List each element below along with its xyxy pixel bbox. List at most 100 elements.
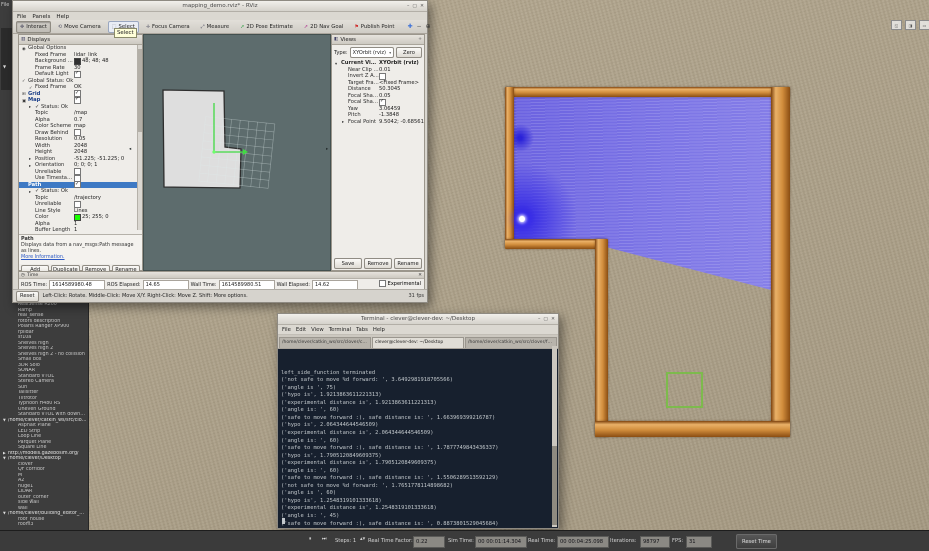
panel-menu-icon[interactable]: + — [418, 37, 422, 42]
row-checkbox[interactable] — [74, 71, 81, 78]
view-type-dropdown[interactable]: XYOrbit (rviz) ▾ — [350, 47, 394, 58]
view-property-row[interactable]: ▸ Focal Point 9.5042; -0.68561; 0 — [332, 119, 424, 126]
property-row[interactable]: Unreliable — [19, 201, 142, 208]
minimize-icon[interactable]: – — [407, 4, 409, 9]
property-value[interactable]: 25; 255; 0 — [82, 214, 109, 220]
insert-model-item[interactable]: room3 — [0, 522, 88, 528]
reset-button[interactable]: Reset — [16, 291, 39, 302]
splitter-right-icon[interactable]: ▸ — [326, 147, 328, 152]
zero-button[interactable]: Zero — [396, 47, 422, 58]
nav-goal-arrow-icon[interactable]: ➚2D Nav Goal — [300, 21, 347, 33]
views-action-button[interactable]: Save — [334, 258, 362, 269]
property-row[interactable]: Width 2048 — [19, 143, 142, 150]
gazebo-file-menu[interactable]: File — [1, 2, 9, 8]
close-icon[interactable]: ✕ — [420, 4, 424, 9]
property-row[interactable]: ▣ Map — [19, 97, 142, 104]
menu-item[interactable]: Panels — [32, 14, 50, 20]
gazebo-overlay-button-icon[interactable]: ▭ — [919, 20, 929, 30]
menu-item[interactable]: View — [311, 327, 324, 333]
property-value[interactable]: 3.06459 — [379, 106, 400, 112]
remove-tool-icon[interactable]: − — [417, 23, 422, 30]
reset-time-button[interactable]: Reset Time — [736, 534, 777, 549]
menu-item[interactable]: File — [17, 14, 26, 20]
menu-item[interactable]: Edit — [296, 327, 306, 333]
views-panel-header[interactable]: ◧ Views + — [332, 35, 424, 45]
minimize-icon[interactable]: – — [538, 317, 540, 322]
terminal-titlebar[interactable]: Terminal - clever@clever-dev: ~/Desktop … — [278, 314, 558, 325]
property-row[interactable]: ▸ Position -51.225; -51.225; 0 — [19, 156, 142, 163]
experimental-checkbox[interactable] — [379, 280, 386, 287]
close-icon[interactable]: ✕ — [551, 317, 555, 322]
move-camera-icon[interactable]: ⟲Move Camera — [54, 21, 105, 33]
view-property-row[interactable]: ▾ Current View XYOrbit (rviz) — [332, 60, 424, 67]
property-value[interactable]: -51.225; -51.225; 0 — [74, 156, 124, 162]
real-time-value[interactable]: 00 00:04:25.098 — [557, 536, 609, 548]
property-row[interactable]: Alpha 1 — [19, 221, 142, 228]
terminal-scrollbar[interactable] — [552, 346, 557, 527]
property-value[interactable]: 0.7 — [74, 117, 82, 123]
row-checkbox[interactable] — [74, 97, 81, 104]
property-value[interactable]: 9.5042; -0.68561; 0 — [379, 119, 424, 125]
terminal-line: ('hypo is', 1.7905120849609375) — [281, 453, 550, 461]
property-value[interactable]: 2048 — [74, 143, 87, 149]
iterations-value[interactable]: 98797 — [640, 536, 670, 548]
row-checkbox[interactable] — [379, 73, 386, 80]
menu-item[interactable]: File — [282, 327, 291, 333]
splitter-left-icon[interactable]: ◂ — [129, 147, 131, 152]
rviz-3d-view[interactable] — [143, 34, 331, 271]
maximize-icon[interactable]: ▢ — [543, 317, 548, 322]
property-row[interactable]: Resolution 0.05 — [19, 136, 142, 143]
property-row[interactable]: Background Color 48; 48; 48 — [19, 58, 142, 65]
property-value[interactable]: 1 — [74, 221, 77, 227]
property-row[interactable]: Draw Behind — [19, 130, 142, 137]
views-action-button[interactable]: Remove — [364, 258, 392, 269]
terminal-output[interactable]: left_side_function terminated('not safe … — [279, 346, 552, 527]
rviz-titlebar[interactable]: mapping_demo.rviz* - RViz – ▢ ✕ — [13, 1, 427, 12]
row-checkbox[interactable] — [74, 181, 81, 188]
views-action-button[interactable]: Rename — [394, 258, 422, 269]
property-value[interactable]: 2048 — [74, 149, 87, 155]
interact-hand-icon[interactable]: ✥Interact — [16, 21, 51, 33]
publish-point-icon[interactable]: ⚑Publish Point — [350, 21, 398, 33]
help-more-link[interactable]: More Information. — [21, 254, 65, 260]
row-checkbox[interactable] — [74, 129, 81, 136]
displays-scrollbar[interactable] — [137, 45, 142, 230]
property-value[interactable]: XYOrbit (rviz) — [379, 60, 419, 66]
property-row[interactable]: Alpha 0.7 — [19, 117, 142, 124]
menu-item[interactable]: Help — [56, 14, 69, 20]
property-value[interactable]: 50.3045 — [379, 86, 400, 92]
menu-item[interactable]: Tabs — [356, 327, 368, 333]
property-value[interactable]: 1 — [74, 227, 77, 233]
pause-icon[interactable]: ⏸ — [309, 536, 312, 543]
menu-item[interactable]: Terminal — [329, 327, 351, 333]
property-value[interactable]: -1.3848 — [379, 112, 399, 118]
add-tool-icon[interactable]: ✚ — [408, 23, 413, 30]
time-panel-header[interactable]: ◷ Time ✕ — [19, 272, 424, 279]
row-checkbox[interactable] — [74, 201, 81, 208]
property-row[interactable]: Color 25; 255; 0 — [19, 214, 142, 221]
property-row[interactable]: Height 2048 — [19, 149, 142, 156]
sim-time-value[interactable]: 00 00:01:14.304 — [475, 536, 527, 548]
property-value[interactable]: 48; 48; 48 — [82, 58, 109, 64]
rtf-value[interactable]: 0.22 — [413, 536, 445, 548]
tree-collapse-icon[interactable]: ▼ — [3, 64, 6, 69]
maximize-icon[interactable]: ▢ — [412, 4, 417, 9]
steps-spinner[interactable]: ▴▾ — [360, 538, 365, 541]
property-value[interactable]: 0.05 — [74, 136, 86, 142]
menu-item[interactable]: Help — [373, 327, 385, 333]
property-value[interactable]: <Fixed Frame> — [379, 80, 419, 86]
property-value[interactable]: /map — [74, 110, 87, 116]
panel-close-icon[interactable]: ✕ — [418, 273, 422, 278]
gazebo-overlay-button-icon[interactable]: ◱ — [891, 20, 902, 30]
gazebo-overlay-button-icon[interactable]: ◨ — [905, 20, 916, 30]
property-row[interactable]: Path — [19, 182, 142, 189]
row-checkbox[interactable] — [379, 99, 386, 106]
property-row[interactable]: Topic /map — [19, 110, 142, 117]
pose-estimate-arrow-icon[interactable]: ➚2D Pose Estimate — [236, 21, 297, 33]
measure-ruler-icon[interactable]: ⤢Measure — [197, 21, 234, 33]
fps-value[interactable]: 31 — [686, 536, 712, 548]
tool-properties-icon[interactable]: ⊕ — [426, 23, 431, 30]
focus-camera-icon[interactable]: ✛Focus Camera — [142, 21, 194, 33]
property-row[interactable]: Default Light — [19, 71, 142, 78]
step-icon[interactable]: ⏭ — [322, 536, 327, 543]
